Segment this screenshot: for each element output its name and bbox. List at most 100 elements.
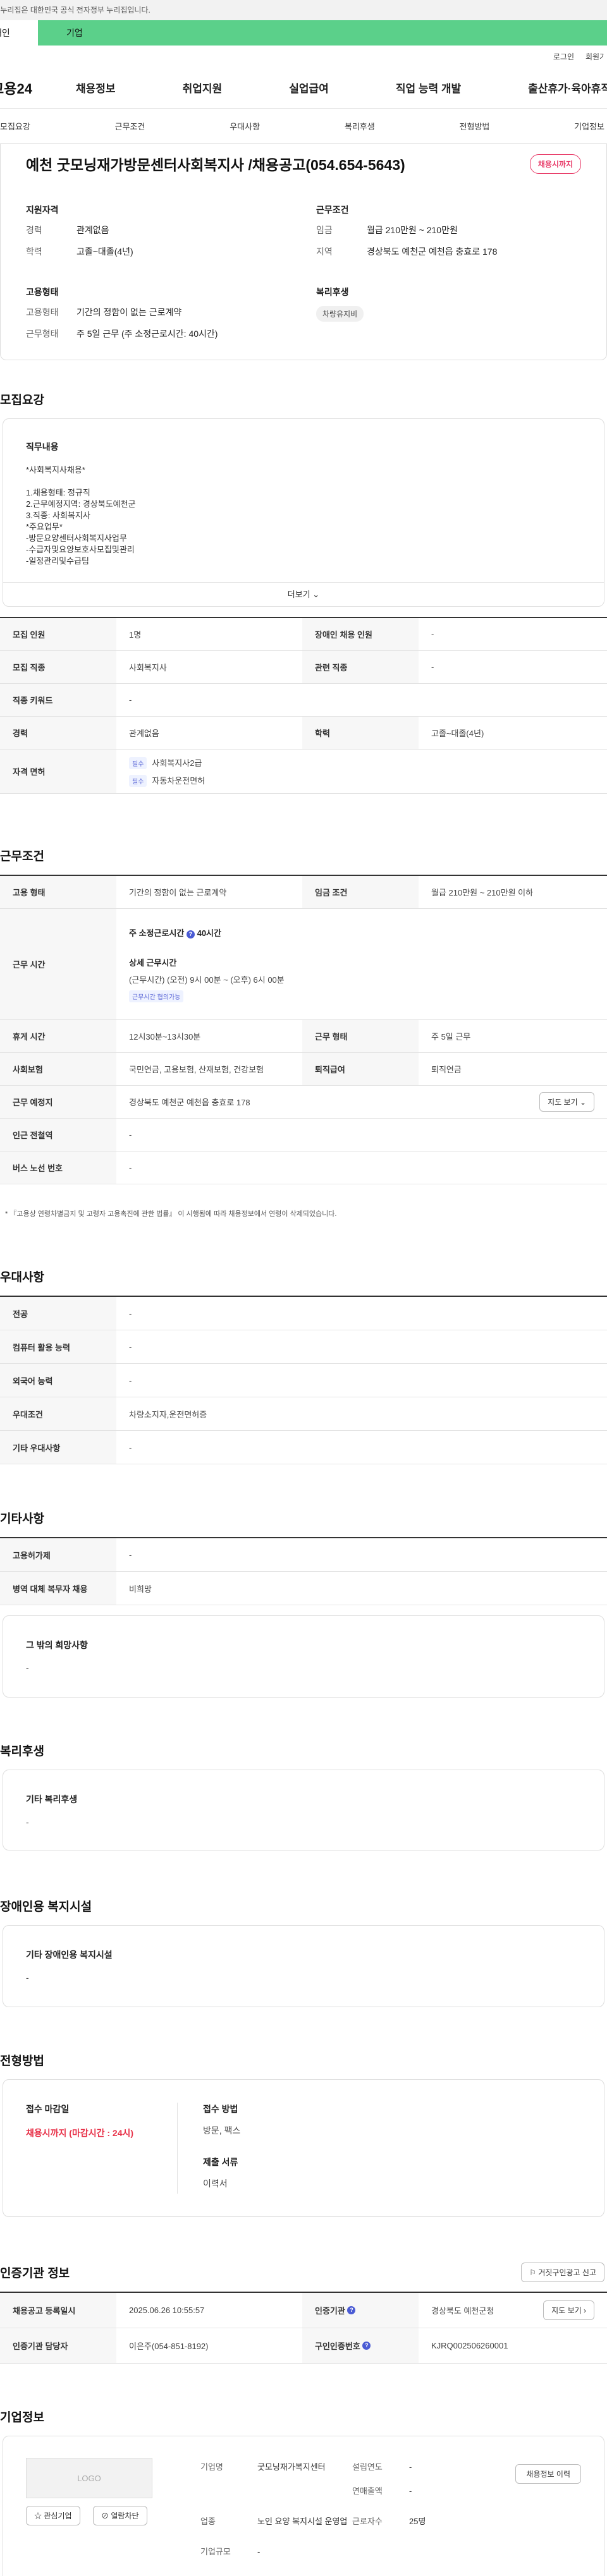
work-table: 고용 형태 기간의 정함이 없는 근로계약 임금 조건 월급 210만원 ~ 2… [0, 875, 607, 1184]
table-row: 채용공고 등록일시 2025.06.26 10:55:57 인증기관 ? 경상북… [0, 2293, 607, 2328]
prefer-section-title: 우대사항 [0, 1271, 44, 1284]
gnb-item-skills[interactable]: 직업 능력 개발 [396, 80, 461, 95]
qualification-head: 지원자격 [26, 205, 59, 215]
favorite-button[interactable]: ☆ 관심기업 [26, 2506, 80, 2525]
qualification-block: 지원자격 경력 관계없음 학력 고졸~대졸(4년) [26, 204, 291, 267]
major-label: 전공 [0, 1297, 116, 1330]
duty-head: 직무내용 [26, 442, 59, 452]
site-logo-text: 고용24 [0, 80, 32, 97]
subway-label: 인근 전철역 [0, 1119, 116, 1151]
block-label: 열람차단 [111, 2512, 139, 2520]
gnb-item-leave[interactable]: 출산휴가·육아휴직 [528, 80, 607, 95]
signup-link[interactable]: 회원가입 [586, 51, 604, 62]
gnb-item-unemployment-benefit[interactable]: 실업급여 [289, 80, 329, 95]
report-button[interactable]: ⚐ 거짓구인광고 신고 [521, 2263, 604, 2282]
company-size-label: 기업규모 [200, 2547, 231, 2556]
related-job-value: - [431, 662, 434, 672]
reg-date-value: 2025.06.26 10:55:57 [129, 2306, 205, 2315]
reg-date-label: 채용공고 등록일시 [0, 2293, 116, 2328]
agency-table: 채용공고 등록일시 2025.06.26 10:55:57 인증기관 ? 경상북… [0, 2292, 607, 2364]
major-value: - [129, 1308, 132, 1318]
table-row: 인근 전철역 - [0, 1119, 607, 1151]
workplace-label: 근무 예정지 [0, 1086, 116, 1118]
duty-line: 3.직종: 사회복지사 [26, 511, 90, 520]
bus-value: - [129, 1163, 132, 1172]
duty-line: *주요업무* [26, 522, 63, 532]
deadline-value: 채용시까지 (마감시간 : 24시) [26, 2128, 134, 2138]
deadline-head: 접수 마감일 [26, 2104, 70, 2114]
tab-personal[interactable]: 개인 [0, 20, 38, 46]
history-button[interactable]: 채용정보 이력 [515, 2464, 581, 2484]
process-box: 접수 마감일 채용시까지 (마감시간 : 24시) 접수 방법 방문, 팩스 제… [3, 2079, 604, 2217]
info-icon[interactable]: ? [347, 2306, 356, 2314]
duty-box: 직무내용 *사회복지사채용* 1.채용형태: 정규직 2.근무예정지역: 경상북도… [3, 418, 604, 607]
duty-line: -일정관리및수급팀 [26, 556, 90, 566]
military-label: 병역 대체 복무자 채용 [0, 1572, 116, 1605]
table-row: 근무 예정지 경상북도 예천군 예천읍 충효로 178 지도 보기 ⌄ [0, 1086, 607, 1119]
map-button[interactable]: 지도 보기 ⌄ [539, 1092, 594, 1112]
more-button[interactable]: 더보기 ⌄ [3, 582, 604, 606]
recruit-section-title: 모집요강 [0, 394, 44, 407]
table-row: 경력 관계없음 학력 고졸~대졸(4년) [0, 717, 607, 750]
welfare-box-head: 기타 복리후생 [26, 1794, 78, 1804]
site-logo[interactable]: 고용24 [0, 78, 76, 98]
weekly-hours-label: 주 소정근로시간 [129, 928, 185, 938]
tab-welfare[interactable]: 복리후생 [345, 120, 375, 132]
info-icon[interactable]: ? [362, 2342, 371, 2350]
gnb-item-jobs[interactable]: 채용정보 [76, 80, 116, 95]
info-icon[interactable]: ? [186, 930, 195, 939]
other-preference-label: 기타 우대사항 [0, 1431, 116, 1464]
license-list: 필수 사회복지사2급 필수 자동차운전면허 [116, 750, 218, 793]
work-wage-value: 월급 210만원 ~ 210만원 이하 [431, 888, 534, 897]
company-info-grid: 기업명 굿모닝재가복지센터 설립연도 연매출액 - - 업종 노인 요양 복지시설 … [200, 2462, 434, 2558]
global-nav: 고용24 채용정보 취업지원 실업급여 직업 능력 개발 출산휴가·육아휴직 [0, 67, 607, 109]
tab-process[interactable]: 전형방법 [460, 120, 490, 132]
tab-recruit[interactable]: 모집요강 [0, 120, 30, 132]
process-section-title: 전형방법 [0, 2055, 44, 2068]
tab-work-conditions[interactable]: 근무조건 [115, 120, 145, 132]
tab-company[interactable]: 기업 [38, 20, 607, 46]
insurance-label: 사회보험 [0, 1053, 116, 1085]
company-name-label: 기업명 [200, 2462, 223, 2472]
hope-head: 그 밖의 희망사항 [26, 1640, 88, 1650]
computer-value: - [129, 1342, 132, 1352]
tab-preferences[interactable]: 우대사항 [230, 120, 260, 132]
year-value: - [409, 2462, 412, 2472]
welfare-chip: 차량유지비 [316, 306, 364, 322]
disabled-section-title: 장애인용 복지시설 [0, 1900, 92, 1914]
docs-head: 제출 서류 [203, 2157, 238, 2167]
duty-line: 2.근무예정지역: 경상북도예천군 [26, 499, 136, 509]
employment-head: 고용형태 [26, 287, 59, 297]
block-button[interactable]: ⊘ 열람차단 [93, 2506, 147, 2525]
cert-id-label: 구인인증번호 [315, 2342, 360, 2351]
gnb-menu: 채용정보 취업지원 실업급여 직업 능력 개발 출산휴가·육아휴직 [76, 80, 607, 95]
table-row: 컴퓨터 활용 능력 - [0, 1330, 607, 1364]
table-row: 버스 노선 번호 - [0, 1151, 607, 1184]
disabled-headcount-label: 장애인 채용 인원 [302, 618, 419, 650]
year-sales-labels: 설립연도 연매출액 [352, 2462, 409, 2497]
tab-company-info[interactable]: 기업정보 [574, 120, 604, 132]
section-tabs: 모집요강 근무조건 우대사항 복리후생 전형방법 기업정보 [0, 109, 607, 144]
job-type-value: 사회복지사 [129, 663, 167, 672]
work-form-value-2: 주 5일 근무 [431, 1032, 471, 1042]
chevron-right-icon: › [584, 2306, 586, 2315]
manager-value: 이은주(054-851-8192) [129, 2342, 209, 2351]
industry-value: 노인 요양 복지시설 운영업 [257, 2517, 348, 2526]
login-link[interactable]: 로그인 [553, 51, 574, 62]
region-label: 지역 [316, 246, 333, 257]
keyword-value: - [129, 695, 132, 705]
table-row: 근무 시간 주 소정근로시간 ? 40시간 상세 근무시간 (근무시간) (오전… [0, 909, 607, 1020]
detail-hours-head: 상세 근무시간 [129, 957, 177, 968]
work-time-content: 주 소정근로시간 ? 40시간 상세 근무시간 (근무시간) (오전) 9시 0… [116, 909, 297, 1019]
user-type-tabs: 개인 기업 [0, 20, 607, 46]
year-label: 설립연도 [352, 2462, 383, 2472]
duty-lines: *사회복지사채용* 1.채용형태: 정규직 2.근무예정지역: 경상북도예천군 3.… [26, 465, 581, 567]
welfare-box-value: - [26, 1817, 29, 1827]
language-label: 외국어 능력 [0, 1364, 116, 1397]
gnb-item-employment-support[interactable]: 취업지원 [183, 80, 223, 95]
job-title: 예천 굿모닝재가방문센터사회복지사 /채용공고(054.654-5643) [26, 157, 405, 173]
map-button-label: 지도 보기 [548, 1098, 578, 1107]
preference-value: 차량소지자,운전면허증 [129, 1409, 207, 1419]
agency-map-button[interactable]: 지도 보기 › [543, 2300, 594, 2320]
industry-label: 업종 [200, 2517, 216, 2526]
